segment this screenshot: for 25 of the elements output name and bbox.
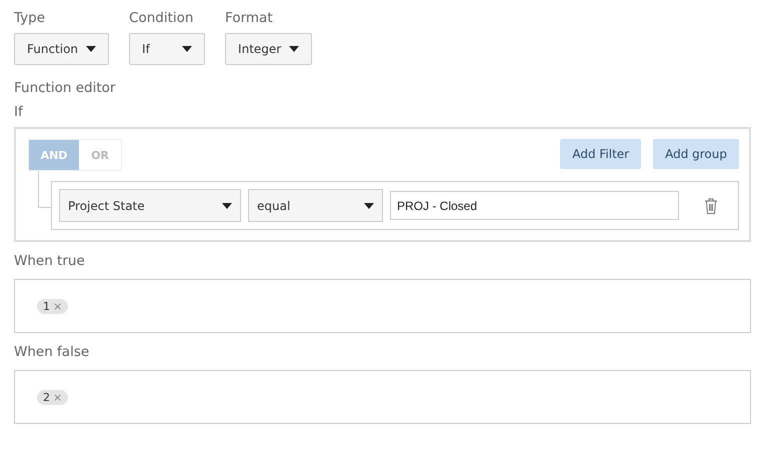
tag-input[interactable]: 1 × [14,279,751,333]
dropdown[interactable]: Function [14,33,110,65]
caret-icon [182,46,192,52]
caret-icon [86,46,96,52]
tag-text: 2 [43,390,50,404]
section-label: When false [14,343,90,361]
caret-icon [289,46,300,52]
field-label: Format [225,9,274,27]
delete-icon[interactable] [704,198,718,214]
add-button[interactable]: Add Filter [560,139,642,169]
caret-icon [222,202,232,208]
section-label: When true [14,252,86,270]
caret-icon [364,202,374,208]
section-label: If [14,103,24,121]
section-label: Function editor [14,79,116,97]
field-label: Condition [129,9,194,27]
tag-text: 1 [43,300,50,312]
value-input[interactable]: PROJ - Closed [390,191,679,220]
dropdown[interactable]: Integer [225,33,312,65]
field-label: Type [14,9,46,27]
operator-select[interactable]: equal [248,189,383,222]
dropdown[interactable]: If [129,33,206,65]
add-button[interactable]: Add group [653,139,739,169]
field-select[interactable]: Project State [59,189,241,222]
tag-input[interactable]: 2 × [14,370,751,424]
